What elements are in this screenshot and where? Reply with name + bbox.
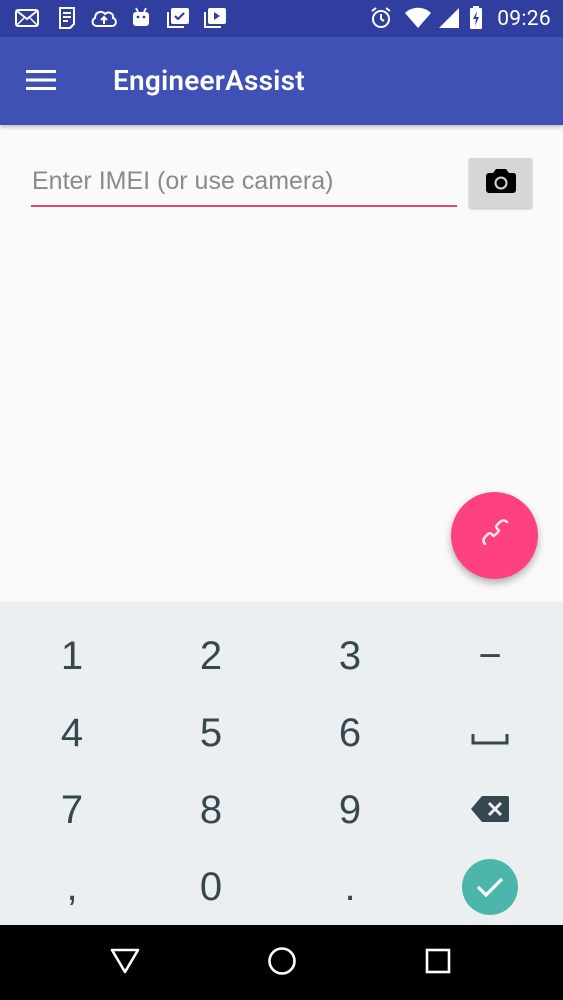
key-label: ,: [66, 865, 78, 909]
android-icon: [130, 6, 152, 30]
key-done[interactable]: [420, 848, 560, 926]
alarm-icon: [369, 6, 393, 30]
imei-input[interactable]: [31, 161, 457, 207]
battery-charging-icon: [467, 6, 485, 30]
key-label: 0: [199, 865, 223, 909]
wifi-icon: [404, 6, 432, 30]
play-stack-icon: [202, 6, 228, 30]
clipboard-icon: [55, 6, 79, 30]
key-1[interactable]: 1: [2, 617, 142, 695]
app-bar: EngineerAssist: [0, 37, 563, 125]
done-check-icon: [462, 859, 518, 915]
key-6[interactable]: 6: [280, 694, 420, 772]
app-title: EngineerAssist: [113, 64, 305, 97]
key-5[interactable]: 5: [141, 694, 281, 772]
navigation-bar: [0, 925, 563, 1000]
status-time: 09:26: [497, 7, 551, 31]
home-button[interactable]: [252, 935, 312, 990]
key-4[interactable]: 4: [2, 694, 142, 772]
key-0[interactable]: 0: [141, 848, 281, 926]
back-icon: [110, 948, 140, 978]
key-label: 3: [338, 634, 362, 678]
key-label: 8: [199, 788, 223, 832]
recents-icon: [425, 948, 451, 978]
key-label: 6: [338, 711, 362, 755]
key-space[interactable]: [420, 694, 560, 772]
numeric-keyboard: 1 2 3 − 4 5 6 7 8 9 , 0 .: [0, 602, 563, 925]
status-bar: 09:26: [0, 0, 563, 37]
backspace-icon: [470, 788, 510, 833]
key-label: 9: [338, 788, 362, 832]
hamburger-menu-icon: [26, 69, 56, 95]
key-period[interactable]: .: [280, 848, 420, 926]
key-8[interactable]: 8: [141, 771, 281, 849]
space-icon: [471, 711, 509, 756]
cloud-upload-icon: [89, 6, 119, 30]
key-label: 1: [60, 634, 84, 678]
key-label: −: [478, 634, 502, 678]
key-backspace[interactable]: [420, 771, 560, 849]
key-label: 7: [60, 788, 84, 832]
key-label: 4: [60, 711, 84, 755]
mail-icon: [14, 6, 40, 30]
key-3[interactable]: 3: [280, 617, 420, 695]
camera-button[interactable]: [469, 158, 532, 208]
checkbox-stack-icon: [165, 6, 191, 30]
key-label: .: [344, 865, 356, 909]
key-label: 5: [199, 711, 223, 755]
back-button[interactable]: [95, 935, 155, 990]
call-fab[interactable]: [451, 492, 538, 579]
signal-icon: [438, 6, 460, 30]
recents-button[interactable]: [408, 935, 468, 990]
key-9[interactable]: 9: [280, 771, 420, 849]
menu-button[interactable]: [18, 59, 64, 105]
camera-icon: [485, 168, 517, 198]
phone-icon: [478, 517, 512, 555]
key-label: 2: [199, 634, 223, 678]
home-icon: [267, 946, 297, 980]
key-comma[interactable]: ,: [2, 848, 142, 926]
key-2[interactable]: 2: [141, 617, 281, 695]
key-minus[interactable]: −: [420, 617, 560, 695]
key-7[interactable]: 7: [2, 771, 142, 849]
